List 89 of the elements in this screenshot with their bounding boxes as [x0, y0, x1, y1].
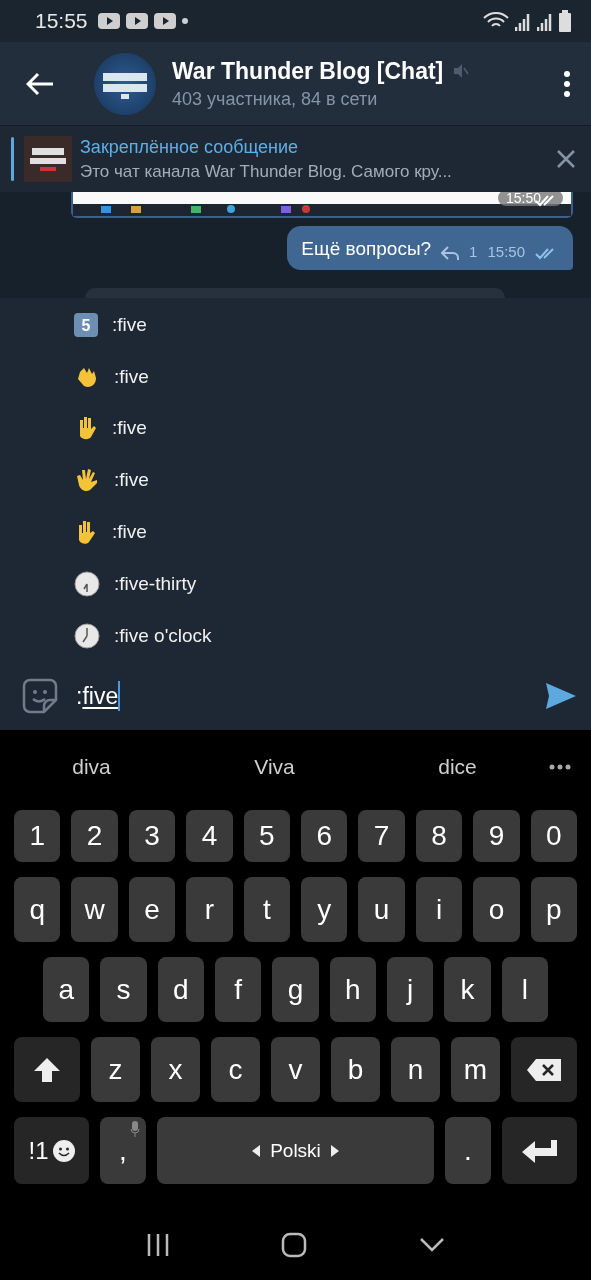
keyboard-key[interactable]: 1 — [14, 810, 61, 862]
right-arrow-icon — [330, 1144, 339, 1157]
keyboard-key[interactable]: z — [91, 1037, 140, 1102]
keyboard-key[interactable]: k — [444, 957, 491, 1022]
notification-dot-icon — [181, 18, 188, 24]
keyboard-key[interactable]: y — [301, 877, 348, 942]
battery-icon — [559, 10, 571, 32]
word-suggestion[interactable]: dice — [366, 755, 549, 779]
menu-icon[interactable] — [563, 70, 571, 97]
keyboard-key[interactable]: j — [386, 957, 434, 1022]
symbols-key[interactable]: !1 — [14, 1117, 89, 1184]
keyboard-key[interactable]: r — [186, 877, 233, 942]
recent-apps-icon[interactable] — [145, 1234, 170, 1256]
keyboard-key[interactable]: d — [157, 957, 204, 1022]
emoji-suggestion[interactable]: :five — [0, 454, 591, 507]
shift-icon — [33, 1055, 61, 1084]
reply-icon — [441, 246, 460, 260]
emoji-suggestion[interactable]: :five — [0, 350, 591, 403]
sticker-icon[interactable] — [22, 678, 58, 714]
shift-key[interactable] — [14, 1037, 80, 1102]
keyboard-key[interactable]: m — [451, 1037, 500, 1102]
keyboard-key[interactable]: q — [14, 877, 61, 942]
emoji-suggestion[interactable]: 5 :five — [0, 299, 591, 351]
keyboard-key[interactable]: t — [243, 877, 291, 942]
video-app-icon — [97, 13, 120, 29]
clock-icon — [74, 622, 100, 649]
left-arrow-icon — [252, 1144, 261, 1157]
keyboard-key[interactable]: p — [530, 877, 578, 942]
keyboard-key[interactable]: e — [128, 877, 176, 942]
keyboard-key[interactable]: w — [71, 877, 118, 942]
splayed-hand-icon — [74, 467, 100, 494]
keyboard-key[interactable]: . — [445, 1117, 491, 1184]
microphone-icon — [130, 1121, 140, 1137]
message-text: Ещё вопросы? — [301, 238, 432, 260]
word-suggestion[interactable]: diva — [0, 755, 183, 779]
keyboard-key[interactable]: n — [391, 1037, 440, 1102]
keyboard-key[interactable]: l — [501, 957, 548, 1022]
video-app-icon — [125, 13, 148, 29]
keyboard-key[interactable]: 0 — [530, 810, 578, 862]
space-key[interactable]: Polski — [157, 1117, 434, 1184]
keyboard-key[interactable]: u — [358, 877, 405, 942]
pinned-text: Это чат канала War Thunder Blog. Самого кру... — [80, 161, 453, 182]
home-icon[interactable] — [281, 1232, 308, 1258]
keyboard-key[interactable]: s — [100, 957, 147, 1022]
keyboard-key[interactable]: 4 — [186, 810, 233, 862]
keyboard-key[interactable]: b — [331, 1037, 380, 1102]
keyboard-key[interactable]: 2 — [71, 810, 118, 862]
keycap-icon: 5 — [74, 312, 98, 337]
backspace-key[interactable] — [511, 1037, 577, 1102]
enter-key[interactable] — [502, 1117, 577, 1184]
keyboard-key[interactable]: g — [272, 957, 319, 1022]
signal-icon — [515, 11, 531, 31]
pinned-title: Закреплённое сообщение — [80, 136, 300, 158]
emoji-suggestion[interactable]: :five — [0, 506, 591, 558]
member-count: 403 участника, 84 в сети — [172, 88, 379, 110]
emoji-suggestion[interactable]: :five — [0, 402, 591, 455]
backspace-icon — [527, 1058, 561, 1081]
hide-keyboard-icon[interactable] — [419, 1237, 446, 1253]
keyboard-key[interactable]: o — [473, 877, 520, 942]
keyboard-key[interactable]: x — [151, 1037, 200, 1102]
keyboard-key[interactable]: a — [43, 957, 90, 1022]
keyboard-key[interactable]: 8 — [415, 810, 463, 862]
message-time: 15:50 — [487, 243, 525, 260]
keyboard-key[interactable]: 6 — [301, 810, 348, 862]
smiley-icon — [52, 1139, 75, 1162]
keyboard-key[interactable]: i — [415, 877, 463, 942]
keyboard-key[interactable]: c — [211, 1037, 260, 1102]
reply-count: 1 — [469, 243, 478, 260]
keyboard-key[interactable]: 5 — [243, 810, 291, 862]
status-time: 15:55 — [35, 9, 88, 33]
keyboard-key[interactable]: 3 — [128, 810, 176, 862]
enter-icon — [520, 1137, 559, 1164]
close-icon[interactable] — [557, 150, 575, 168]
keyboard-key[interactable]: 9 — [473, 810, 520, 862]
keyboard-key[interactable]: 7 — [358, 810, 405, 862]
more-icon[interactable] — [549, 764, 571, 770]
keyboard-key[interactable]: , — [100, 1117, 146, 1184]
keyboard-key[interactable]: h — [329, 957, 376, 1022]
signal-icon — [537, 11, 553, 31]
emoji-suggestion[interactable]: :five-thirty — [0, 558, 591, 610]
emoji-suggestion[interactable]: :five o'clock — [0, 609, 591, 662]
back-arrow-icon[interactable] — [26, 71, 54, 96]
word-suggestion[interactable]: Viva — [183, 755, 366, 779]
chat-title: War Thunder Blog [Chat] — [172, 57, 444, 85]
keyboard-key[interactable]: v — [271, 1037, 320, 1102]
video-app-icon — [153, 13, 176, 29]
send-icon[interactable] — [545, 682, 577, 710]
keyboard-key[interactable]: f — [215, 957, 262, 1022]
clock-icon — [74, 570, 100, 597]
